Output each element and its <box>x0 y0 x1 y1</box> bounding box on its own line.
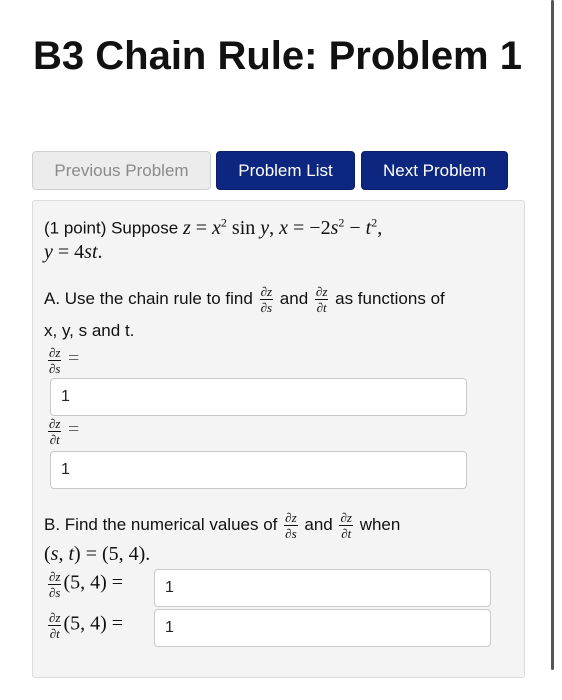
points-label: (1 point) Suppose <box>44 218 179 238</box>
part-a-text: A. Use the chain rule to find <box>44 288 253 308</box>
part-a-prompt: A. Use the chain rule to find ∂z ∂s and ∂… <box>44 285 445 314</box>
part-a-and: and <box>279 288 309 308</box>
dz-dt-label: ∂z ∂t = <box>48 416 80 447</box>
dz-ds-fraction: ∂z ∂s <box>259 284 274 315</box>
dz-dt-fraction: ∂z ∂t <box>314 284 329 315</box>
dz-dt-fraction-b: ∂z ∂t <box>339 510 353 541</box>
equation-y: y = 4st. <box>44 241 103 263</box>
problem-card: (1 point) Suppose z = x2 sin y, x = −2s2… <box>32 200 525 678</box>
dz-ds-label: ∂z ∂s = <box>48 345 80 376</box>
part-b-when: when <box>359 514 401 534</box>
dz-dt-at-input[interactable]: 1 <box>154 609 491 647</box>
problem-statement-line2: y = 4st. <box>44 241 103 264</box>
part-a-line2: x, y, s and t. <box>44 321 135 340</box>
problem-list-button[interactable]: Problem List <box>216 151 355 190</box>
dz-dt-input[interactable]: 1 <box>50 451 467 489</box>
part-b-and: and <box>304 514 333 534</box>
dz-ds-fraction-b: ∂z ∂s <box>284 510 298 541</box>
part-b-text: B. Find the numerical values of <box>44 514 278 534</box>
problem-statement-line1: (1 point) Suppose z = x2 sin y, x = −2s2… <box>44 215 382 240</box>
dz-ds-input[interactable]: 1 <box>50 378 467 416</box>
dz-ds-at-input[interactable]: 1 <box>154 569 491 607</box>
dz-ds-at-label: ∂z ∂s (5, 4) = <box>48 569 124 600</box>
equation-z: z = x2 sin y, x = −2s2 − t2, <box>182 215 383 239</box>
previous-problem-button[interactable]: Previous Problem <box>32 151 211 190</box>
page-title: B3 Chain Rule: Problem 1 <box>33 34 522 78</box>
part-b-prompt: B. Find the numerical values of ∂z ∂s and… <box>44 511 400 540</box>
dz-dt-at-label: ∂z ∂t (5, 4) = <box>48 610 124 641</box>
part-a-suffix: as functions of <box>335 288 445 308</box>
part-b-point: (s, t) = (5, 4). <box>44 543 151 565</box>
scrollbar[interactable] <box>551 0 554 670</box>
next-problem-button[interactable]: Next Problem <box>361 151 508 190</box>
